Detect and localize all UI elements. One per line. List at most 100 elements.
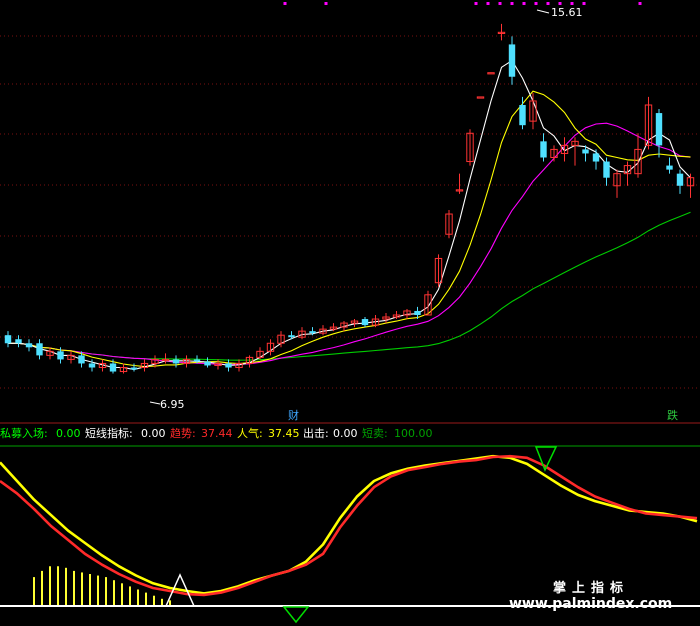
top-dot [474,2,478,5]
candle-body [130,367,138,370]
moving-average-lines [8,59,691,371]
candle [476,96,485,99]
candle-body [57,351,64,360]
candle [655,109,663,158]
ma20-line [8,122,691,366]
series-line [0,454,698,595]
candle-body [172,359,180,364]
legend-simu-label: 私募入场: [0,426,48,440]
candle [487,72,495,75]
legend-chuji-value: 0.00 [333,427,358,440]
ma60-line [8,211,691,361]
candle-body [666,165,673,170]
candle-body [25,343,33,348]
event-marker-die: 跌 [667,408,678,422]
candle-body [225,363,232,368]
candle [508,36,516,85]
candle [529,92,537,130]
ma5-line [8,59,691,371]
candle-body [361,319,369,326]
candle [25,339,33,352]
candle-body [603,161,610,178]
candle [497,23,506,41]
candle [613,169,621,198]
chart-canvas: 15.61 6.95 财 跌 私募入场: 0.00 短线指标: 0.00 趋势:… [0,2,700,624]
candle-body [582,149,589,154]
top-dot [498,2,502,5]
legend-duanxian-label: 短线指标: [85,426,133,440]
candle-body [476,96,485,99]
candle [140,359,149,372]
candle [445,210,453,239]
legend-simu-value: 0.00 [56,427,81,440]
candle-body [655,113,663,146]
low-price-label: 6.95 [160,398,185,411]
candle [540,133,547,162]
candle [623,161,632,186]
legend-duanmai-label: 短卖: [362,426,388,440]
candle [350,319,359,328]
candle [172,355,180,368]
candle [119,363,128,374]
candle-body [88,363,96,368]
watermark: 掌上指标 www.palmindex.com [509,580,672,612]
watermark-title: 掌上指标 [553,580,629,596]
series-line [0,454,698,597]
candle-body [309,331,316,334]
legend-renqi-label: 人气: [237,426,263,440]
top-dot [558,2,562,5]
candle-body [4,335,12,344]
candle [67,351,75,364]
stock-chart-window: 15.61 6.95 财 跌 私募入场: 0.00 短线指标: 0.00 趋势:… [0,0,700,626]
sell-triangle [534,446,558,472]
top-dot [522,2,526,5]
candle-body [540,141,547,158]
legend-duanxian-value: 0.00 [141,427,166,440]
candle-body [204,361,211,366]
top-dot [534,2,538,5]
candle-body [519,105,526,126]
candle-body [508,44,516,77]
top-dot [546,2,550,5]
candle [686,173,695,198]
candle-body [414,310,421,315]
top-dot [486,2,490,5]
candle [603,157,610,186]
legend-renqi-value: 37.45 [268,427,300,440]
candle [592,149,600,170]
event-marker-cai: 财 [288,408,299,422]
candle-body [15,339,22,344]
candle [36,339,43,360]
watermark-url: www.palmindex.com [509,596,672,612]
candle [634,133,642,178]
candle [361,317,369,328]
candle-body [109,363,117,372]
candlestick-series [4,23,695,374]
candle-body [288,335,295,338]
candle [46,347,54,360]
candle [298,327,306,340]
legend-qushi-label: 趋势: [170,427,196,440]
candle [571,137,579,166]
green-signal-triangle [282,606,310,624]
legend-duanmai-value: 100.00 [394,427,433,440]
candle [382,312,390,324]
top-dot [283,2,287,5]
candle-body [36,343,43,356]
low-arrow [149,401,161,405]
candle-body [193,359,201,362]
candle [550,145,558,162]
legend-qushi-value: 37.44 [201,427,233,440]
candle-body [592,153,600,162]
candle [466,129,474,166]
candle [4,331,12,348]
candle-body [487,72,495,75]
top-dot [510,2,514,5]
top-dot [638,2,642,5]
high-arrow [536,9,550,14]
candle [644,96,653,150]
candle [78,351,85,368]
high-price-label: 15.61 [551,6,583,19]
top-dot [582,2,586,5]
top-dot [324,2,328,5]
